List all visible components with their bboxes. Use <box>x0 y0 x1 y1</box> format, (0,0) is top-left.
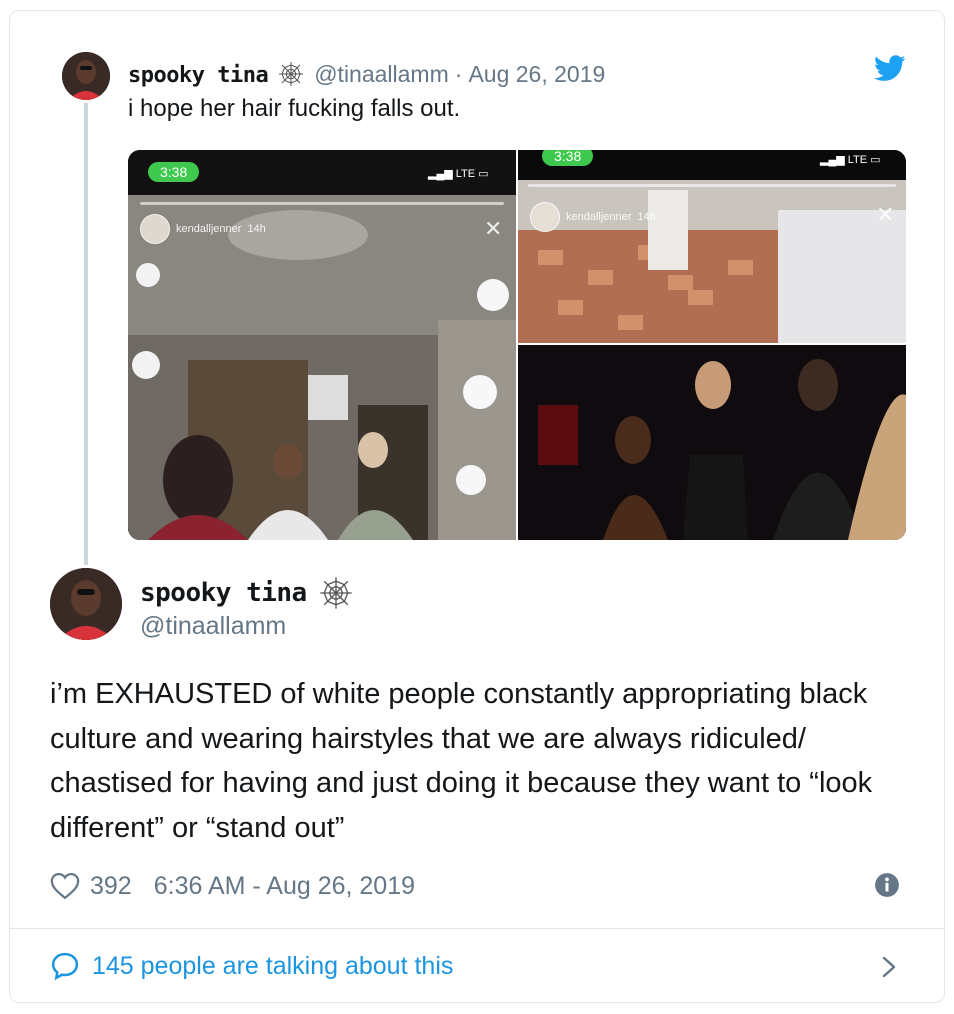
chevron-right-icon[interactable] <box>878 954 900 980</box>
spider-web-icon <box>319 576 353 610</box>
tweet-media-grid[interactable]: 3:38 ▂▄▆ LTE ▭ kendalljenner 14h ✕ 3:38 … <box>128 150 906 540</box>
info-icon[interactable] <box>874 872 900 898</box>
talking-label[interactable]: 145 people are talking about this <box>92 952 453 981</box>
main-tweet-text: i’m EXHAUSTED of white people constantly… <box>50 678 873 844</box>
network-label: LTE <box>847 153 868 166</box>
media-photo-left[interactable]: 3:38 ▂▄▆ LTE ▭ kendalljenner 14h ✕ <box>128 150 516 540</box>
parent-display-name[interactable]: spooky tina <box>128 63 269 88</box>
main-display-name[interactable]: spooky tina <box>140 578 307 608</box>
separator-dot: · <box>454 61 463 87</box>
story-progress <box>528 184 896 187</box>
main-handle[interactable]: @tinaallamm <box>140 612 286 641</box>
like-count[interactable]: 392 <box>90 872 132 901</box>
battery-icon: ▭ <box>478 168 489 180</box>
story-user: kendalljenner 14h <box>140 214 266 244</box>
story-avatar <box>140 214 170 244</box>
main-name-row: spooky tina <box>140 576 353 610</box>
story-user: kendalljenner 14h <box>530 202 656 232</box>
story-avatar <box>530 202 560 232</box>
story-username: kendalljenner <box>176 223 242 235</box>
story-progress <box>140 202 504 205</box>
status-time-pill: 3:38 <box>148 162 200 182</box>
network-label: LTE <box>455 167 476 180</box>
conversation-link[interactable]: 145 people are talking about this <box>50 946 453 986</box>
story-age: 14h <box>247 223 266 235</box>
battery-icon: ▭ <box>870 154 881 166</box>
spider-web-icon <box>278 61 304 87</box>
speech-bubble-icon <box>51 952 79 981</box>
parent-handle[interactable]: @tinaallamm <box>314 61 449 88</box>
tweet-meta: 392 6:36 AM - Aug 26, 2019 <box>50 866 415 906</box>
status-network: ▂▄▆ LTE ▭ <box>820 153 881 167</box>
parent-tweet-text: i hope her hair fucking falls out. <box>128 95 461 122</box>
close-icon: ✕ <box>484 216 503 241</box>
heart-icon[interactable] <box>50 872 80 900</box>
parent-tweet-header: spooky tina @tinaallamm · Aug 26, 2019 <box>128 56 605 90</box>
media-photo-bottom-right[interactable] <box>518 345 906 540</box>
main-avatar[interactable] <box>50 568 122 640</box>
close-icon: ✕ <box>876 202 895 227</box>
signal-bars-icon: ▂▄▆ <box>820 154 845 166</box>
story-age: 14h <box>637 211 656 223</box>
status-time-pill: 3:38 <box>542 150 594 166</box>
signal-bars-icon: ▂▄▆ <box>428 168 453 180</box>
thread-connector <box>84 103 88 565</box>
story-username: kendalljenner <box>566 211 632 223</box>
parent-date[interactable]: Aug 26, 2019 <box>468 61 605 88</box>
media-photo-top-right[interactable]: 3:38 ▂▄▆ LTE ▭ kendalljenner 14h ✕ <box>518 150 906 343</box>
tweet-timestamp[interactable]: 6:36 AM - Aug 26, 2019 <box>154 872 415 901</box>
status-network: ▂▄▆ LTE ▭ <box>428 167 489 181</box>
twitter-bird-icon[interactable] <box>874 55 906 82</box>
parent-avatar[interactable] <box>62 52 110 100</box>
footer-divider <box>10 928 944 929</box>
